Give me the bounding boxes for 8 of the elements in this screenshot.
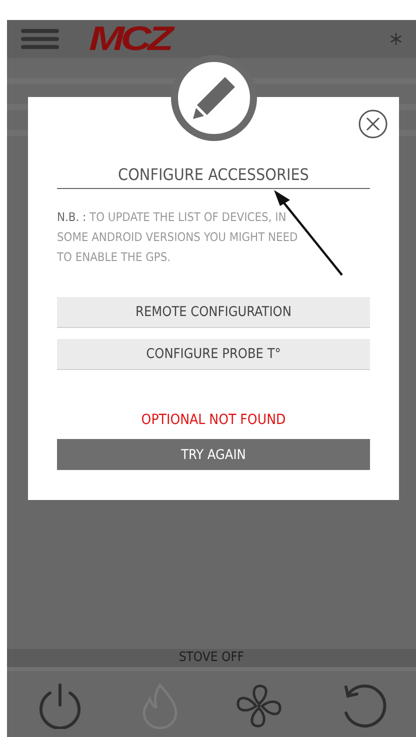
error-message: OPTIONAL NOT FOUND [141, 412, 286, 428]
option-button[interactable]: CONFIGURE PROBE T° [57, 339, 370, 370]
logo-text: MCZ [89, 20, 170, 58]
dialog-title: CONFIGURE ACCESSORIES [57, 165, 370, 189]
note-text: N.B. : TO UPDATE THE LIST OF DEVICES, IN SOME ANDROID VERSIONS YOU MIGHT NEED TO ENABLE THE GPS. [57, 209, 299, 266]
try-again-button[interactable]: TRY AGAIN [57, 439, 370, 470]
option-button[interactable]: REMOTE CONFIGURATION [57, 297, 370, 328]
status-bar: STOVE OFF [7, 649, 416, 671]
